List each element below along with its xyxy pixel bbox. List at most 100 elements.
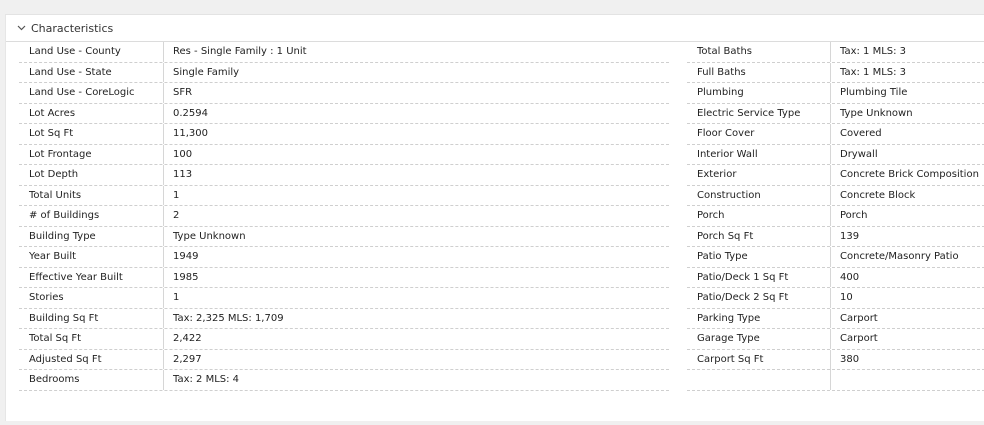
row-label: Full Baths — [687, 62, 831, 82]
row-value: 2,297 — [173, 353, 202, 365]
row-value: Porch — [840, 210, 868, 222]
row-value: Res - Single Family : 1 Unit — [173, 46, 307, 58]
row-value: 0.2594 — [173, 107, 208, 119]
row-value: 1949 — [173, 251, 199, 263]
row-value: 11,300 — [173, 128, 208, 140]
row-value: Concrete Brick Composition — [840, 169, 979, 181]
row-label: Patio/Deck 2 Sq Ft — [687, 288, 831, 308]
table-row: Construction Concrete Block — [687, 185, 984, 206]
row-value: Tax: 2 MLS: 4 — [173, 374, 240, 386]
row-value: 400 — [840, 271, 860, 283]
table-row: Effective Year Built 1985 — [19, 267, 669, 288]
table-row: Land Use - CoreLogic SFR — [19, 83, 669, 104]
row-label: Year Built — [19, 247, 164, 267]
row-label: Bedrooms — [19, 370, 164, 390]
row-label: Interior Wall — [687, 144, 831, 164]
row-value: 113 — [173, 169, 193, 181]
row-value: Plumbing Tile — [840, 87, 908, 99]
table-row: Adjusted Sq Ft 2,297 — [19, 349, 669, 370]
table-row: Garage Type Carport — [687, 329, 984, 350]
table-row: Total Units 1 — [19, 185, 669, 206]
row-value: Concrete/Masonry Patio — [840, 251, 959, 263]
table-row: Interior Wall Drywall — [687, 144, 984, 165]
characteristics-panel: Characteristics Land Use - County Res - S… — [5, 14, 984, 421]
row-label: Patio Type — [687, 247, 831, 267]
table-row: Bedrooms Tax: 2 MLS: 4 — [19, 370, 669, 391]
row-label: Lot Frontage — [19, 144, 164, 164]
section-title: Characteristics — [31, 21, 114, 35]
table-row: Building Sq Ft Tax: 2,325 MLS: 1,709 — [19, 308, 669, 329]
row-value: Carport — [840, 333, 878, 345]
table-row — [687, 369, 984, 391]
table-row: Plumbing Plumbing Tile — [687, 83, 984, 104]
row-label: Building Sq Ft — [19, 308, 164, 328]
table-row: Lot Acres 0.2594 — [19, 103, 669, 124]
row-value: Tax: 1 MLS: 3 — [840, 46, 907, 58]
table-row: Year Built 1949 — [19, 247, 669, 268]
row-label: Stories — [19, 288, 164, 308]
table-row: Porch Porch — [687, 206, 984, 227]
row-label: Parking Type — [687, 308, 831, 328]
row-label: Electric Service Type — [687, 103, 831, 123]
table-row: Building Type Type Unknown — [19, 226, 669, 247]
row-value: Type Unknown — [840, 107, 913, 119]
row-label: Land Use - State — [19, 62, 164, 82]
left-characteristics-table: Land Use - County Res - Single Family : 1… — [19, 42, 669, 391]
table-row: Lot Sq Ft 11,300 — [19, 124, 669, 145]
row-value: 100 — [173, 148, 193, 160]
row-value: 380 — [840, 353, 860, 365]
row-label: Total Baths — [687, 42, 831, 62]
table-row: Total Baths Tax: 1 MLS: 3 — [687, 42, 984, 63]
row-label: Construction — [687, 185, 831, 205]
row-label: Effective Year Built — [19, 267, 164, 287]
row-label: Total Sq Ft — [19, 329, 164, 349]
row-value: Drywall — [840, 148, 878, 160]
table-row: Parking Type Carport — [687, 308, 984, 329]
row-value: SFR — [173, 87, 193, 99]
table-row: Floor Cover Covered — [687, 124, 984, 145]
table-row: Patio Type Concrete/Masonry Patio — [687, 247, 984, 268]
row-value: Single Family — [173, 66, 240, 78]
row-label: Exterior — [687, 165, 831, 185]
row-value: Carport — [840, 312, 878, 324]
table-row: Electric Service Type Type Unknown — [687, 103, 984, 124]
table-row: Lot Frontage 100 — [19, 144, 669, 165]
table-row: Porch Sq Ft 139 — [687, 226, 984, 247]
row-value: 1 — [173, 292, 180, 304]
row-label: Lot Sq Ft — [19, 124, 164, 144]
table-row: Lot Depth 113 — [19, 165, 669, 186]
row-value: Tax: 1 MLS: 3 — [840, 66, 907, 78]
row-label: Floor Cover — [687, 124, 831, 144]
table-row: Land Use - County Res - Single Family : 1… — [19, 42, 669, 63]
row-label: Total Units — [19, 185, 164, 205]
table-row: Stories 1 — [19, 288, 669, 309]
row-label: # of Buildings — [19, 206, 164, 226]
table-row: # of Buildings 2 — [19, 206, 669, 227]
row-label: Land Use - CoreLogic — [19, 83, 164, 103]
row-label: Land Use - County — [19, 42, 164, 62]
row-label: Garage Type — [687, 329, 831, 349]
table-row: Land Use - State Single Family — [19, 62, 669, 83]
row-value: Covered — [840, 128, 882, 140]
row-value: 1985 — [173, 271, 199, 283]
row-label — [687, 369, 831, 391]
row-value: Type Unknown — [173, 230, 246, 242]
section-header[interactable]: Characteristics — [6, 15, 984, 42]
row-label: Adjusted Sq Ft — [19, 349, 164, 369]
row-label: Carport Sq Ft — [687, 349, 831, 369]
row-value: 2 — [173, 210, 180, 222]
row-value: 10 — [840, 292, 853, 304]
row-value: 2,422 — [173, 333, 202, 345]
row-value: Tax: 2,325 MLS: 1,709 — [173, 312, 284, 324]
table-row: Exterior Concrete Brick Composition — [687, 165, 984, 186]
row-label: Patio/Deck 1 Sq Ft — [687, 267, 831, 287]
row-label: Plumbing — [687, 83, 831, 103]
table-row: Total Sq Ft 2,422 — [19, 329, 669, 350]
table-row: Patio/Deck 1 Sq Ft 400 — [687, 267, 984, 288]
row-label: Lot Depth — [19, 165, 164, 185]
row-label: Porch — [687, 206, 831, 226]
chevron-down-icon[interactable] — [16, 23, 26, 33]
table-row: Full Baths Tax: 1 MLS: 3 — [687, 62, 984, 83]
table-row: Carport Sq Ft 380 — [687, 349, 984, 370]
right-characteristics-table: Total Baths Tax: 1 MLS: 3 Full Baths Tax: 1… — [687, 42, 984, 391]
